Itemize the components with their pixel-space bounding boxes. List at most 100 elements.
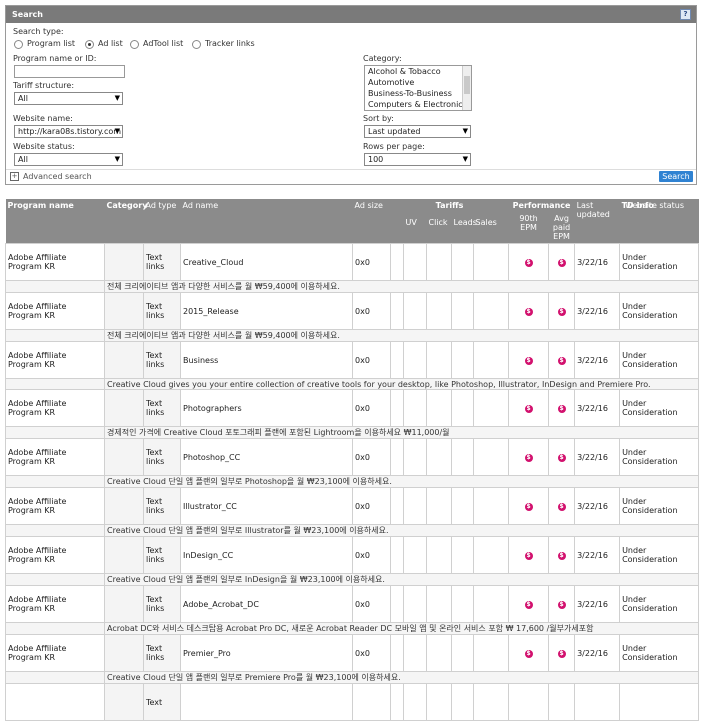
- tariff-structure-select[interactable]: All ▼: [14, 92, 123, 105]
- cell-program-name: Adobe Affiliate Program KR: [5, 438, 105, 476]
- desc-spacer: [5, 671, 105, 684]
- category-scrollbar[interactable]: [462, 66, 471, 110]
- category-option[interactable]: Alcohol & Tobacco: [365, 66, 471, 77]
- dollar-icon[interactable]: $: [557, 503, 566, 511]
- col-uv[interactable]: UV: [403, 212, 427, 244]
- cell-program-name: Adobe Affiliate Program KR: [5, 487, 105, 525]
- table-row[interactable]: Adobe Affiliate Program KR Text links InDe…: [5, 536, 700, 574]
- dollar-icon[interactable]: $: [524, 405, 533, 413]
- category-option[interactable]: Computers & Electronics: [365, 99, 471, 110]
- cell-category: [104, 487, 144, 525]
- ad-description: Acrobat DC와 서비스 데스크탑용 Acrobat Pro DC, 새로…: [103, 622, 700, 635]
- cell-ad-name: [180, 683, 353, 721]
- ad-description: 전체 크리에이티브 앱과 다양한 서비스를 월 ₩59,400에 이용하세요.: [103, 280, 700, 293]
- table-row[interactable]: Adobe Affiliate Program KR Text links Illu…: [5, 487, 700, 525]
- table-row-description: Acrobat DC와 서비스 데스크탑용 Acrobat Pro DC, 새로…: [5, 622, 700, 635]
- table-row[interactable]: Adobe Affiliate Program KR Text links Prem…: [5, 634, 700, 672]
- col-category[interactable]: Category: [104, 199, 147, 244]
- program-name-input[interactable]: [14, 65, 125, 78]
- col-leads[interactable]: Leads: [451, 212, 477, 244]
- table-row[interactable]: Adobe Affiliate Program KR Text links 2015…: [5, 292, 700, 330]
- dollar-icon[interactable]: $: [557, 552, 566, 560]
- cell-click: [426, 292, 452, 330]
- dollar-icon[interactable]: $: [557, 601, 566, 609]
- col-last-updated[interactable]: Last updated: [574, 199, 620, 244]
- dollar-icon[interactable]: $: [557, 454, 566, 462]
- table-row[interactable]: Adobe Affiliate Program KR Text links Crea…: [5, 243, 700, 281]
- col-sales[interactable]: Sales: [473, 212, 509, 244]
- search-button[interactable]: Search: [659, 171, 693, 182]
- cell-last-updated: 3/22/16: [574, 536, 621, 574]
- desc-spacer: [5, 475, 105, 488]
- cell-ad-type: Text links: [143, 389, 181, 427]
- website-name-select[interactable]: http://kara08s.tistory.com ▼: [14, 125, 123, 138]
- cell-ad-type: Text: [143, 683, 181, 721]
- col-ad-name[interactable]: Ad name: [180, 199, 353, 244]
- cell-category: [104, 634, 144, 672]
- cell-program-name: [5, 683, 105, 721]
- website-status-select[interactable]: All ▼: [14, 153, 123, 166]
- dollar-icon[interactable]: $: [557, 259, 566, 267]
- chevron-down-icon: ▼: [462, 127, 468, 135]
- radio-tracker-links[interactable]: [192, 40, 201, 49]
- sort-by-select[interactable]: Last updated ▼: [364, 125, 471, 138]
- cell-leads: [451, 389, 474, 427]
- table-row[interactable]: Adobe Affiliate Program KR Text links Phot…: [5, 389, 700, 427]
- cell-90th-epm: $: [508, 487, 550, 525]
- dollar-icon[interactable]: $: [524, 503, 533, 511]
- radio-program-list[interactable]: [14, 40, 23, 49]
- cell-ad-type: Text links: [143, 585, 181, 623]
- table-row-description: Creative Cloud gives you your entire col…: [5, 378, 700, 390]
- cell-tariff-extra: [390, 536, 404, 574]
- category-listbox[interactable]: Alcohol & Tobacco Automotive Business-To…: [364, 65, 472, 111]
- cell-sales: [472, 341, 510, 379]
- cell-ad-name: Creative_Cloud: [180, 243, 353, 281]
- advanced-search-link[interactable]: + Advanced search: [10, 172, 92, 181]
- cell-category: [104, 389, 144, 427]
- dollar-icon[interactable]: $: [557, 357, 566, 365]
- rows-per-page-select[interactable]: 100 ▼: [364, 153, 471, 166]
- cell-ad-size: 0x0: [352, 487, 391, 525]
- dollar-icon[interactable]: $: [524, 259, 533, 267]
- table-row[interactable]: Adobe Affiliate Program KR Text links Phot…: [5, 438, 700, 476]
- cell-sales: [472, 292, 510, 330]
- dollar-icon[interactable]: $: [524, 308, 533, 316]
- cell-ad-size: 0x0: [352, 585, 391, 623]
- cell-uv: [403, 634, 427, 672]
- dollar-icon[interactable]: $: [524, 601, 533, 609]
- cell-click: [426, 634, 452, 672]
- dollar-icon[interactable]: $: [524, 357, 533, 365]
- category-option[interactable]: Automotive: [365, 77, 471, 88]
- col-program-name[interactable]: Program name: [5, 199, 105, 244]
- cell-leads: [451, 341, 474, 379]
- cell-90th-epm: $: [508, 634, 550, 672]
- table-row[interactable]: Text: [5, 683, 700, 721]
- website-name-label: Website name:: [13, 114, 73, 123]
- cell-ad-type: Text links: [143, 438, 181, 476]
- cell-uv: [403, 536, 427, 574]
- dollar-icon[interactable]: $: [524, 650, 533, 658]
- dollar-icon[interactable]: $: [524, 552, 533, 560]
- dollar-icon[interactable]: $: [557, 650, 566, 658]
- table-row[interactable]: Adobe Affiliate Program KR Text links Adob…: [5, 585, 700, 623]
- cell-90th-epm: $: [508, 389, 550, 427]
- col-avg-paid-epm[interactable]: Avg paid EPM: [548, 212, 575, 244]
- panel-divider: [6, 169, 696, 170]
- col-uv-spacer: [390, 212, 404, 244]
- cell-program-name: Adobe Affiliate Program KR: [5, 634, 105, 672]
- category-option[interactable]: Business-To-Business: [365, 88, 471, 99]
- dollar-icon[interactable]: $: [524, 454, 533, 462]
- sort-by-value: Last updated: [368, 127, 421, 136]
- col-ad-size[interactable]: Ad size: [352, 199, 391, 244]
- col-website-status[interactable]: Website status: [625, 201, 684, 210]
- question-icon[interactable]: ?: [680, 9, 691, 20]
- radio-adtool-list[interactable]: [130, 40, 139, 49]
- cell-ad-name: Business: [180, 341, 353, 379]
- col-90th-epm[interactable]: 90th EPM: [508, 212, 549, 244]
- col-click[interactable]: Click: [426, 212, 452, 244]
- dollar-icon[interactable]: $: [557, 308, 566, 316]
- table-row[interactable]: Adobe Affiliate Program KR Text links Busi…: [5, 341, 700, 379]
- dollar-icon[interactable]: $: [557, 405, 566, 413]
- radio-ad-list[interactable]: [85, 40, 94, 49]
- col-ad-type[interactable]: Ad type: [143, 199, 181, 244]
